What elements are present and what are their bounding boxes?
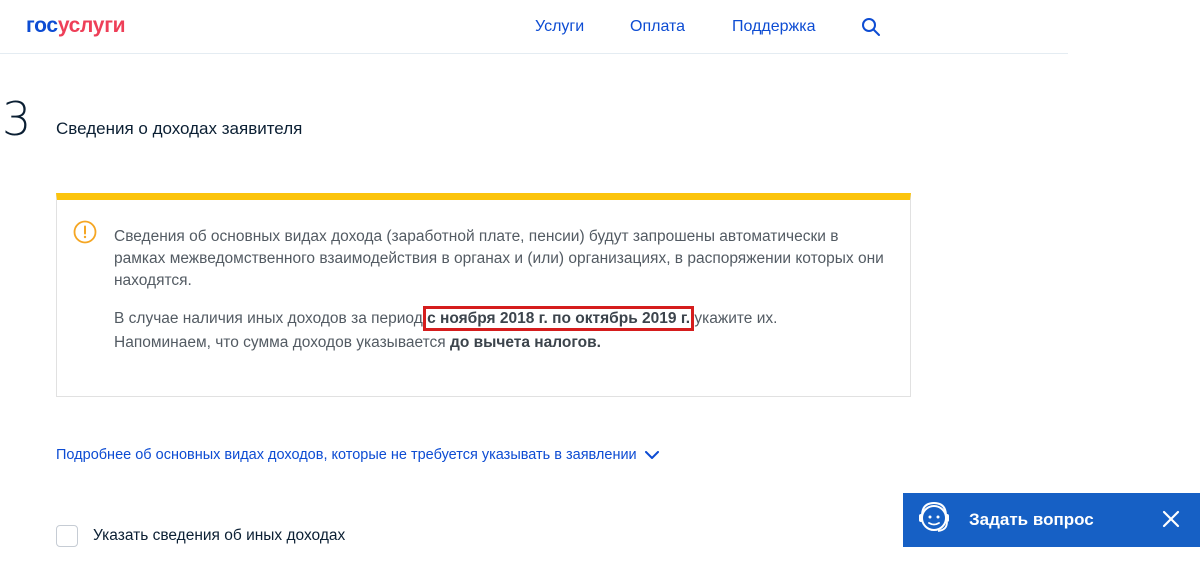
info-paragraph-main: Сведения об основных видах дохода (зараб… bbox=[114, 228, 884, 289]
ask-question-label[interactable]: Задать вопрос bbox=[969, 510, 1094, 530]
ask-question-widget[interactable]: Задать вопрос bbox=[903, 493, 1200, 547]
income-period-highlight: с ноября 2018 г. по октябрь 2019 г. bbox=[423, 306, 695, 331]
section-title: Сведения о доходах заявителя bbox=[56, 119, 303, 138]
reminder-text: Напоминаем, что сумма доходов указываетс… bbox=[114, 334, 450, 351]
other-income-checkbox-label[interactable]: Указать сведения об иных доходах bbox=[93, 527, 345, 545]
period-text-before: В случае наличия иных доходов за период bbox=[114, 310, 428, 327]
search-icon[interactable] bbox=[861, 17, 881, 37]
logo-part-uslugi: услуги bbox=[57, 14, 126, 37]
details-link-text: Подробнее об основных видах доходов, кот… bbox=[56, 447, 637, 463]
info-notice-box: Сведения об основных видах дохода (зараб… bbox=[56, 193, 911, 397]
period-text-after: укажите их. bbox=[690, 310, 778, 327]
logo-part-gos: гос bbox=[26, 14, 58, 37]
nav-services[interactable]: Услуги bbox=[535, 18, 584, 36]
other-income-checkbox-row[interactable]: Указать сведения об иных доходах bbox=[56, 525, 345, 547]
nav-payment[interactable]: Оплата bbox=[630, 18, 685, 36]
site-header: госуслуги Услуги Оплата Поддержка bbox=[0, 0, 1068, 54]
warning-circle-icon bbox=[73, 220, 97, 244]
reminder-bold: до вычета налогов. bbox=[449, 334, 601, 351]
income-types-details-link[interactable]: Подробнее об основных видах доходов, кот… bbox=[56, 447, 659, 463]
step-number: 3 bbox=[2, 92, 32, 146]
close-icon[interactable] bbox=[1160, 508, 1182, 530]
gosuslugi-logo[interactable]: госуслуги bbox=[26, 14, 126, 38]
support-operator-icon bbox=[919, 501, 949, 532]
info-paragraph-other-income: В случае наличия иных доходов за период … bbox=[114, 306, 894, 355]
chevron-down-icon bbox=[644, 450, 659, 459]
nav-support[interactable]: Поддержка bbox=[732, 18, 815, 36]
other-income-checkbox[interactable] bbox=[56, 525, 78, 547]
